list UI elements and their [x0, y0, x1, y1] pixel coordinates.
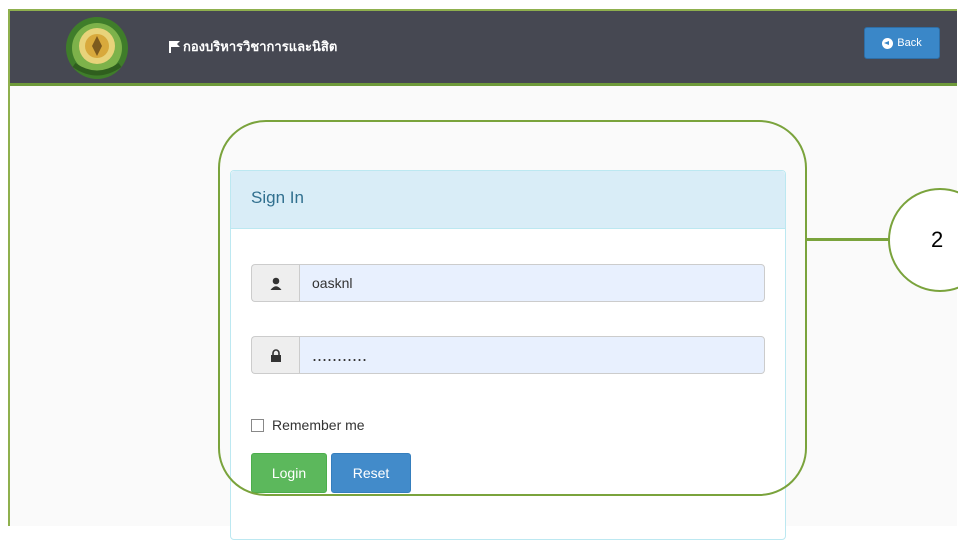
- site-brand[interactable]: กองบริหารวิชาการและนิสิต: [168, 36, 337, 57]
- sign-in-panel: Sign In Remember me Login Reset: [230, 170, 786, 540]
- flag-icon: [169, 40, 180, 53]
- password-input[interactable]: [299, 336, 765, 374]
- username-input[interactable]: [299, 264, 765, 302]
- sign-in-heading: Sign In: [231, 171, 785, 229]
- login-button[interactable]: Login: [251, 453, 327, 493]
- callout-number: 2: [931, 227, 944, 252]
- back-arrow-icon: [882, 37, 894, 49]
- user-icon: [251, 264, 299, 302]
- reset-button[interactable]: Reset: [331, 453, 411, 493]
- callout-connector: [806, 238, 890, 241]
- lock-icon: [251, 336, 299, 374]
- password-group: [251, 336, 765, 374]
- back-button-label: Back: [897, 37, 922, 49]
- remember-checkbox[interactable]: [251, 418, 264, 432]
- university-logo: [66, 17, 128, 79]
- remember-label: Remember me: [272, 417, 365, 433]
- username-group: [251, 264, 765, 302]
- remember-me[interactable]: Remember me: [251, 417, 365, 433]
- back-button[interactable]: Back: [864, 27, 940, 59]
- top-navbar: กองบริหารวิชาการและนิสิต Back: [10, 11, 957, 86]
- site-title: กองบริหารวิชาการและนิสิต: [183, 39, 338, 54]
